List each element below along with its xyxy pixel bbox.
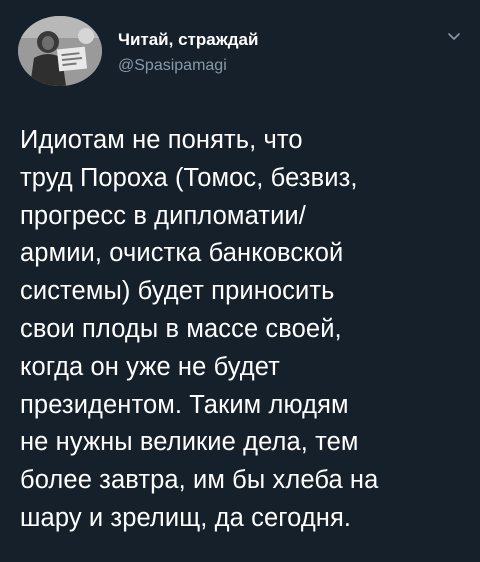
tweet-text-line: не нужны великие дела, тем — [20, 428, 359, 457]
tweet-text: Идиотам не понять, что труд Пороха (Томо… — [20, 122, 468, 538]
tweet-text-line: шару и зрелищ, да сегодня. — [20, 503, 352, 532]
tweet-text-line: более завтра, им бы хлеба на — [20, 466, 379, 495]
tweet-text-line: президентом. Таким людям — [20, 390, 349, 419]
tweet-text-line: Идиотам не понять, что — [20, 126, 303, 154]
avatar-image — [18, 16, 102, 86]
tweet-text-line: прогресс в дипломатии/ — [20, 201, 306, 230]
avatar[interactable] — [18, 16, 102, 86]
tweet-text-line: армии, очистка банковской — [20, 239, 344, 268]
display-name[interactable]: Читай, страждай — [118, 30, 258, 50]
tweet-card: Читай, страждай @Spasipamagi Идиотам не … — [0, 0, 480, 562]
chevron-down-icon[interactable] — [446, 30, 462, 42]
tweet-header: Читай, страждай @Spasipamagi — [18, 16, 462, 86]
tweet-text-line: системы) будет приносить — [20, 277, 335, 306]
author-names: Читай, страждай @Spasipamagi — [118, 30, 258, 76]
tweet-text-line: когда он уже не будет — [20, 352, 280, 381]
tweet-text-line: труд Пороха (Томос, безвиз, — [20, 163, 358, 192]
tweet-text-line: свои плоды в массе своей, — [20, 314, 342, 343]
user-handle[interactable]: @Spasipamagi — [118, 56, 258, 76]
